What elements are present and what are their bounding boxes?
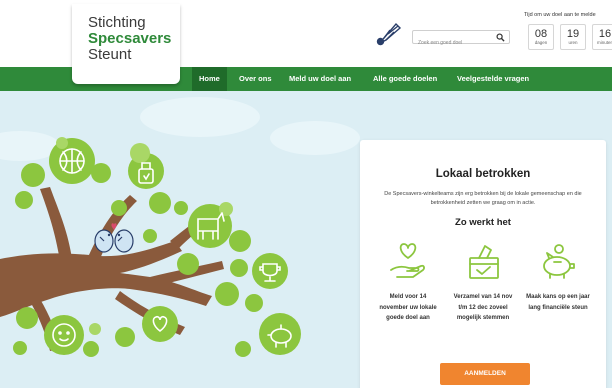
basketball-icon bbox=[59, 148, 85, 174]
countdown-value: 08 bbox=[534, 28, 548, 40]
card-title: Lokaal betrokken bbox=[435, 168, 531, 180]
brand-logo[interactable]: Stichting Specsavers Steunt bbox=[72, 4, 180, 84]
card-description: De Specsavers-winkelteams zijn erg betro… bbox=[384, 191, 582, 206]
countdown-unit: minuten bbox=[596, 40, 612, 45]
piggy-bank-icon bbox=[543, 244, 575, 279]
heart-hand-icon bbox=[390, 243, 425, 278]
countdown-hours: 19 uren bbox=[560, 24, 586, 50]
nav-item-home[interactable]: Home bbox=[192, 67, 227, 91]
site-header: Stichting Specsavers Steunt Tijd om uw d… bbox=[0, 0, 612, 84]
countdown-value: 16 bbox=[598, 28, 612, 40]
brand-line-3: Steunt bbox=[88, 46, 132, 63]
info-card: Lokaal betrokken De Specsavers-winkeltea… bbox=[360, 140, 606, 388]
brand-line-2: Specsavers bbox=[88, 30, 172, 47]
step-text-1: Meld voor 14 november uw lokale goede do… bbox=[379, 294, 437, 321]
countdown-days: 08 dagen bbox=[528, 24, 554, 50]
search-input[interactable] bbox=[413, 37, 493, 49]
countdown-unit: dagen bbox=[534, 40, 548, 45]
nav-item-meld-uw-doel[interactable]: Meld uw doel aan bbox=[282, 67, 358, 91]
countdown-minutes: 16 minuten bbox=[592, 24, 612, 50]
search-box[interactable] bbox=[412, 30, 510, 49]
tree-illustration bbox=[0, 137, 301, 357]
search-icon[interactable] bbox=[496, 33, 505, 42]
countdown-unit: uren bbox=[568, 40, 578, 45]
card-subtitle: Zo werkt het bbox=[455, 217, 511, 228]
nav-item-alle-goede-doelen[interactable]: Alle goede doelen bbox=[366, 67, 444, 91]
birds-icon bbox=[94, 223, 134, 253]
countdown-value: 19 bbox=[566, 28, 580, 40]
shuttlecock-icon bbox=[376, 22, 402, 46]
nav-item-faq[interactable]: Veelgestelde vragen bbox=[450, 67, 536, 91]
countdown-label: Tijd om uw doel aan te melde bbox=[524, 12, 596, 18]
step-text-2: Verzamel van 14 nov t/m 12 dec zoveel mo… bbox=[453, 294, 513, 321]
hero-section: Lokaal betrokken De Specsavers-winkeltea… bbox=[0, 91, 612, 388]
nav-item-over-ons[interactable]: Over ons bbox=[232, 67, 279, 91]
brand-line-1: Stichting bbox=[88, 14, 146, 31]
step-text-3: Maak kans op een jaar lang financiële st… bbox=[526, 294, 590, 311]
ballot-box-icon bbox=[469, 245, 499, 279]
aanmelden-button[interactable]: AANMELDEN bbox=[440, 363, 530, 385]
